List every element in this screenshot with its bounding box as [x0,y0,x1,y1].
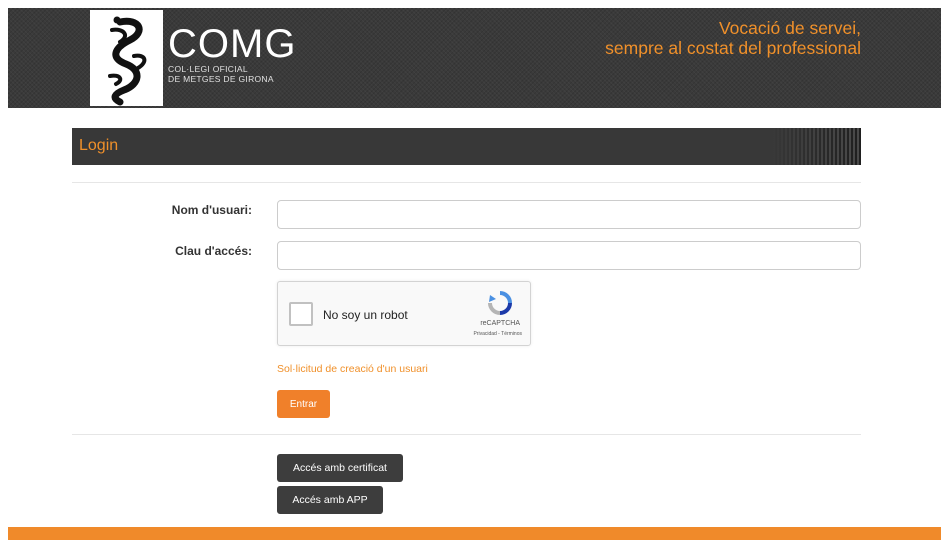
password-label: Clau d'accés: [175,244,252,258]
site-footer [8,527,941,540]
app-login-button[interactable]: Accés amb APP [277,486,383,514]
site-header: COMG COL·LEGI OFICIAL DE METGES DE GIRON… [8,8,941,108]
divider-bottom [72,434,861,435]
recaptcha-brand: reCAPTCHA [480,320,520,327]
tagline-line2: sempre al costat del professional [605,38,861,58]
tagline-line1: Vocació de servei, [718,18,861,38]
username-label: Nom d'usuari: [171,203,252,217]
recaptcha-checkbox[interactable] [289,302,313,326]
comg-logo-emblem[interactable] [90,10,163,106]
logo-name: COMG [168,22,297,66]
submit-button[interactable]: Entrar [277,390,330,418]
logo-subtitle-line1: COL·LEGI OFICIAL [168,64,248,74]
title-bar-stripes [771,128,861,165]
logo-subtitle: COL·LEGI OFICIAL DE METGES DE GIRONA [168,64,274,84]
recaptcha-logo-icon [488,291,512,315]
login-title-bar: Login [72,128,861,165]
create-user-link[interactable]: Sol·licitud de creació d'un usuari [277,363,428,375]
logo-subtitle-line2: DE METGES DE GIRONA [168,74,274,84]
tagline: Vocació de servei, sempre al costat del … [605,18,861,58]
password-input[interactable] [277,241,861,270]
recaptcha-widget: No soy un robot reCAPTCHA Privacidad - T… [277,281,531,346]
username-input[interactable] [277,200,861,229]
certificate-login-button[interactable]: Accés amb certificat [277,454,403,482]
divider-top [72,182,861,183]
recaptcha-terms[interactable]: Privacidad - Términos [473,331,522,337]
recaptcha-label: No soy un robot [323,308,408,322]
page-title: Login [79,137,119,154]
